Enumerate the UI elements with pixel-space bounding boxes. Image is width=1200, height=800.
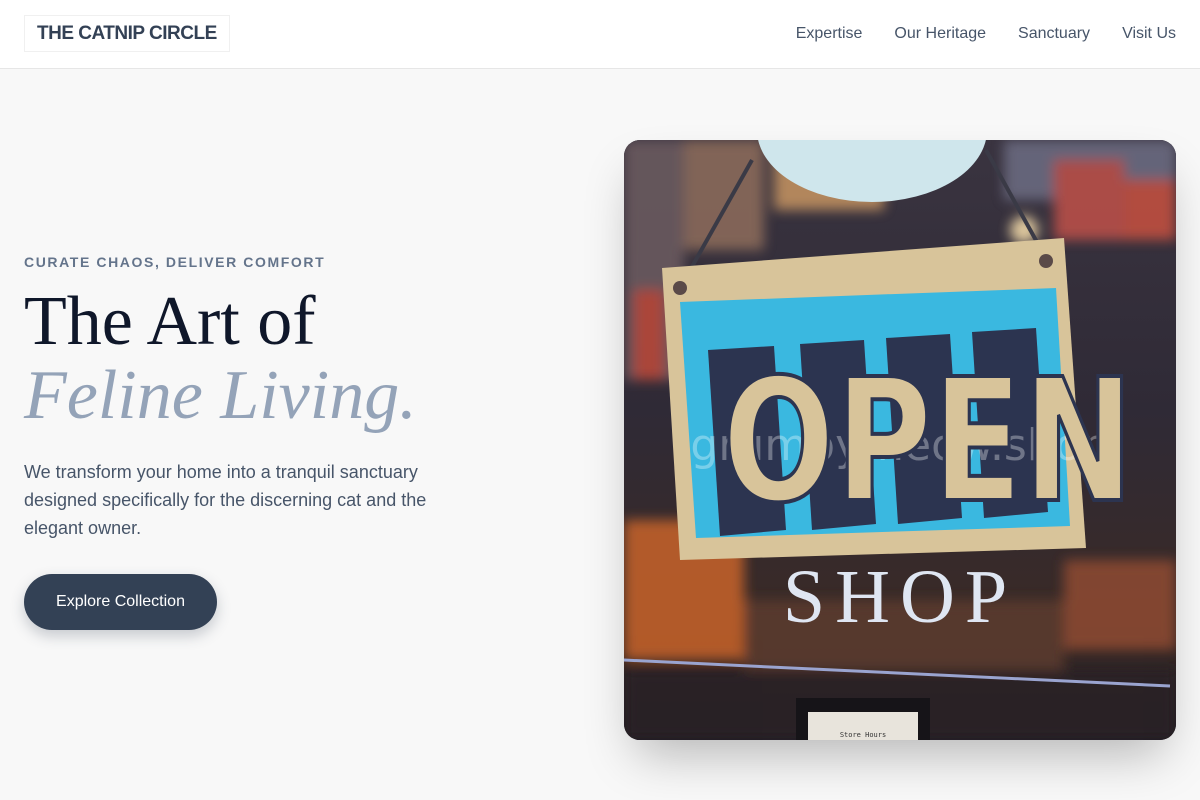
sign-open-text: OPEN (722, 342, 1133, 540)
main-nav: Expertise Our Heritage Sanctuary Visit U… (796, 0, 1176, 68)
nav-link-our-heritage[interactable]: Our Heritage (894, 25, 986, 43)
hero-description: We transform your home into a tranquil s… (24, 462, 427, 538)
nav-link-sanctuary[interactable]: Sanctuary (1018, 25, 1090, 43)
explore-collection-button[interactable]: Explore Collection (24, 574, 217, 630)
site-logo[interactable]: THE CATNIP CIRCLE (24, 15, 230, 52)
site-header: THE CATNIP CIRCLE Expertise Our Heritage… (0, 0, 1200, 69)
sign-lettering: OPEN SHOP Store Hours (624, 340, 1171, 740)
hero-title: The Art of (24, 283, 316, 360)
store-hours-card-text: Store Hours (840, 731, 886, 739)
hero-title-accent: Feline Living. (24, 357, 417, 434)
nav-link-expertise[interactable]: Expertise (796, 25, 863, 43)
glass-shop-text: SHOP (783, 555, 1017, 639)
hero-kicker: CURATE CHAOS, DELIVER COMFORT (24, 254, 326, 270)
hero-image-card: grumpymeow.shop OPEN SHOP Store Hours (624, 140, 1176, 740)
nav-link-visit-us[interactable]: Visit Us (1122, 25, 1176, 43)
